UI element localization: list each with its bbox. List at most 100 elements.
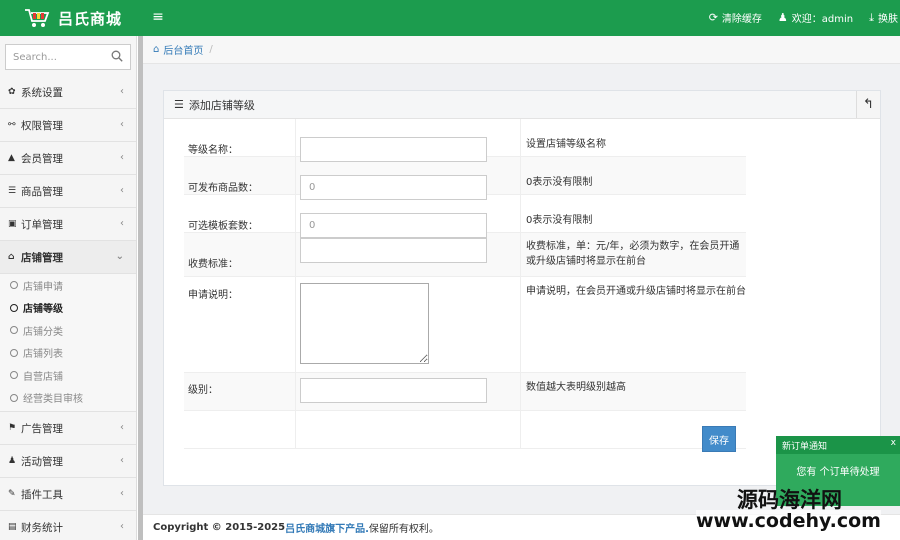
field-cell — [296, 119, 521, 162]
subnav-category-review[interactable]: 经营类目审核 — [0, 387, 136, 410]
save-button[interactable]: 保存 — [702, 426, 736, 452]
user-welcome[interactable]: ♟ 欢迎：admin — [778, 10, 853, 25]
clear-cache-label: 清除缓存 — [721, 14, 762, 25]
search-icon[interactable] — [111, 50, 123, 62]
shopping-cart-icon — [25, 9, 50, 27]
top-bar: 吕氏商城 ≡ ⟳ 清除缓存 ♟ 欢迎：admin ⤓ 换肤 — [0, 0, 900, 36]
field-hint: 收费标准，单：元/年，必须为数字，在会员开通或升级店铺时将显示在前台 — [526, 241, 740, 267]
close-icon[interactable]: x — [891, 438, 896, 448]
subnav-store-category[interactable]: 店铺分类 — [0, 319, 136, 342]
circle-icon — [10, 281, 18, 290]
flag-icon: ⚑ — [8, 423, 17, 433]
chevron-left-icon: ‹ — [120, 152, 124, 163]
field-label: 级别： — [184, 373, 296, 410]
brand-logo[interactable]: 吕氏商城 — [24, 6, 122, 30]
chevron-left-icon: ‹ — [120, 521, 124, 532]
form-row-fee: 收费标准： 收费标准，单：元/年，必须为数字，在会员开通或升级店铺时将显示在前台 — [184, 233, 746, 277]
bell-icon: ♟ — [8, 456, 17, 466]
store-level-form: 等级名称： 设置店铺等级名称 可发布商品数： 0表示没有限制 可选模板套数： 0… — [184, 119, 746, 449]
field-cell — [296, 373, 521, 410]
clear-cache-button[interactable]: ⟳ 清除缓存 — [709, 10, 762, 25]
wrench-icon: ✎ — [8, 489, 16, 499]
sidebar-item-label: 活动管理 — [21, 455, 63, 468]
sidebar-item-label: 财务统计 — [21, 521, 63, 534]
subnav-label: 店铺等级 — [23, 304, 63, 316]
order-icon: ▣ — [8, 219, 17, 229]
form-row-description: 申请说明： 申请说明，在会员开通或升级店铺时将显示在前台 — [184, 277, 746, 373]
store-submenu: 店铺申请 店铺等级 店铺分类 店铺列表 自营店铺 经营类目审核 — [0, 274, 136, 412]
circle-icon — [10, 371, 18, 380]
level-input[interactable] — [300, 378, 487, 403]
sidebar-item-system-settings[interactable]: ✿ 系统设置 ‹ — [0, 76, 136, 109]
sidebar-item-label: 店铺管理 — [21, 251, 63, 264]
field-cell — [296, 195, 521, 238]
sidebar-item-finance[interactable]: ▤ 财务统计 ‹ — [0, 511, 136, 540]
top-right-actions: ⟳ 清除缓存 ♟ 欢迎：admin ⤓ 换肤 — [709, 10, 898, 26]
footer-copyright: Copyright © 2015-2025 — [153, 522, 286, 533]
panel-title: 添加店铺等级 — [188, 98, 255, 112]
subnav-store-apply[interactable]: 店铺申请 — [0, 274, 136, 297]
list-icon: ☰ — [174, 98, 184, 111]
notification-body[interactable]: 您有 个订单待处理 — [776, 454, 900, 478]
sidebar-search — [5, 44, 131, 70]
field-cell — [296, 157, 521, 200]
sidebar-item-activities[interactable]: ♟ 活动管理 ‹ — [0, 445, 136, 478]
subnav-store-list[interactable]: 店铺列表 — [0, 342, 136, 365]
breadcrumb-separator: / — [209, 44, 213, 55]
breadcrumb-home[interactable]: ⌂ 后台首页 — [153, 42, 203, 57]
sidebar-item-permissions[interactable]: ⚯ 权限管理 ‹ — [0, 109, 136, 142]
form-row-template-count: 可选模板套数： 0表示没有限制 — [184, 195, 746, 238]
subnav-label: 经营类目审核 — [23, 394, 83, 406]
field-cell — [296, 277, 521, 372]
sidebar-item-stores[interactable]: ⌂ 店铺管理 ⌄ — [0, 241, 136, 274]
description-textarea[interactable] — [300, 283, 429, 364]
sidebar-item-plugins[interactable]: ✎ 插件工具 ‹ — [0, 478, 136, 511]
user-icon: ▲ — [8, 153, 15, 163]
panel-header: ☰ 添加店铺等级 ↰ — [164, 91, 880, 119]
field-label: 可选模板套数： — [184, 195, 296, 232]
switch-skin-button[interactable]: ⤓ 换肤 — [869, 10, 898, 26]
list-icon: ☰ — [8, 186, 17, 196]
sidebar-item-label: 会员管理 — [21, 152, 63, 165]
subnav-label: 店铺分类 — [23, 326, 63, 338]
field-hint: 申请说明，在会员开通或升级店铺时将显示在前台 — [526, 286, 746, 297]
sidebar-item-members[interactable]: ▲ 会员管理 ‹ — [0, 142, 136, 175]
sidebar-item-products[interactable]: ☰ 商品管理 ‹ — [0, 175, 136, 208]
field-cell — [296, 233, 521, 276]
field-hint: 0表示没有限制 — [526, 177, 593, 188]
form-row-level-name: 等级名称： 设置店铺等级名称 — [184, 119, 746, 162]
sidebar-item-label: 订单管理 — [21, 218, 63, 231]
form-row-level: 级别： 数值越大表明级别越高 — [184, 373, 746, 411]
circle-icon — [10, 303, 18, 312]
chevron-left-icon: ‹ — [120, 422, 124, 433]
chevron-left-icon: ‹ — [120, 86, 124, 97]
form-row-actions — [184, 411, 746, 449]
sidebar-item-label: 系统设置 — [21, 86, 63, 99]
sidebar-item-label: 权限管理 — [21, 119, 63, 132]
footer-link[interactable]: 吕氏商城旗下产品. — [285, 520, 369, 535]
user-icon: ♟ — [777, 11, 788, 24]
download-icon: ⤓ — [869, 10, 874, 24]
back-button[interactable]: ↰ — [856, 91, 880, 118]
sidebar-item-orders[interactable]: ▣ 订单管理 ‹ — [0, 208, 136, 241]
brand-name: 吕氏商城 — [58, 9, 123, 28]
home-icon: ⌂ — [153, 44, 160, 55]
empty-cell — [296, 411, 521, 448]
circle-icon — [10, 393, 18, 402]
subnav-label: 自营店铺 — [23, 371, 63, 383]
chart-icon: ▤ — [8, 522, 17, 532]
search-input[interactable] — [6, 45, 106, 69]
form-row-product-count: 可发布商品数： 0表示没有限制 — [184, 157, 746, 200]
menu-toggle-icon[interactable]: ≡ — [150, 9, 166, 25]
sidebar-item-ads[interactable]: ⚑ 广告管理 ‹ — [0, 412, 136, 445]
sidebar: ✿ 系统设置 ‹ ⚯ 权限管理 ‹ ▲ 会员管理 ‹ ☰ 商品管理 ‹ ▣ 订单… — [0, 36, 137, 540]
subnav-store-level[interactable]: 店铺等级 — [0, 297, 136, 320]
notification-title: 新订单通知 — [782, 441, 828, 452]
sidebar-item-label: 插件工具 — [21, 488, 63, 501]
chevron-left-icon: ‹ — [120, 185, 124, 196]
chevron-left-icon: ‹ — [120, 455, 124, 466]
sidebar-item-label: 广告管理 — [21, 422, 63, 435]
subnav-self-store[interactable]: 自营店铺 — [0, 364, 136, 387]
fee-input[interactable] — [300, 238, 487, 263]
chevron-left-icon: ‹ — [120, 488, 124, 499]
